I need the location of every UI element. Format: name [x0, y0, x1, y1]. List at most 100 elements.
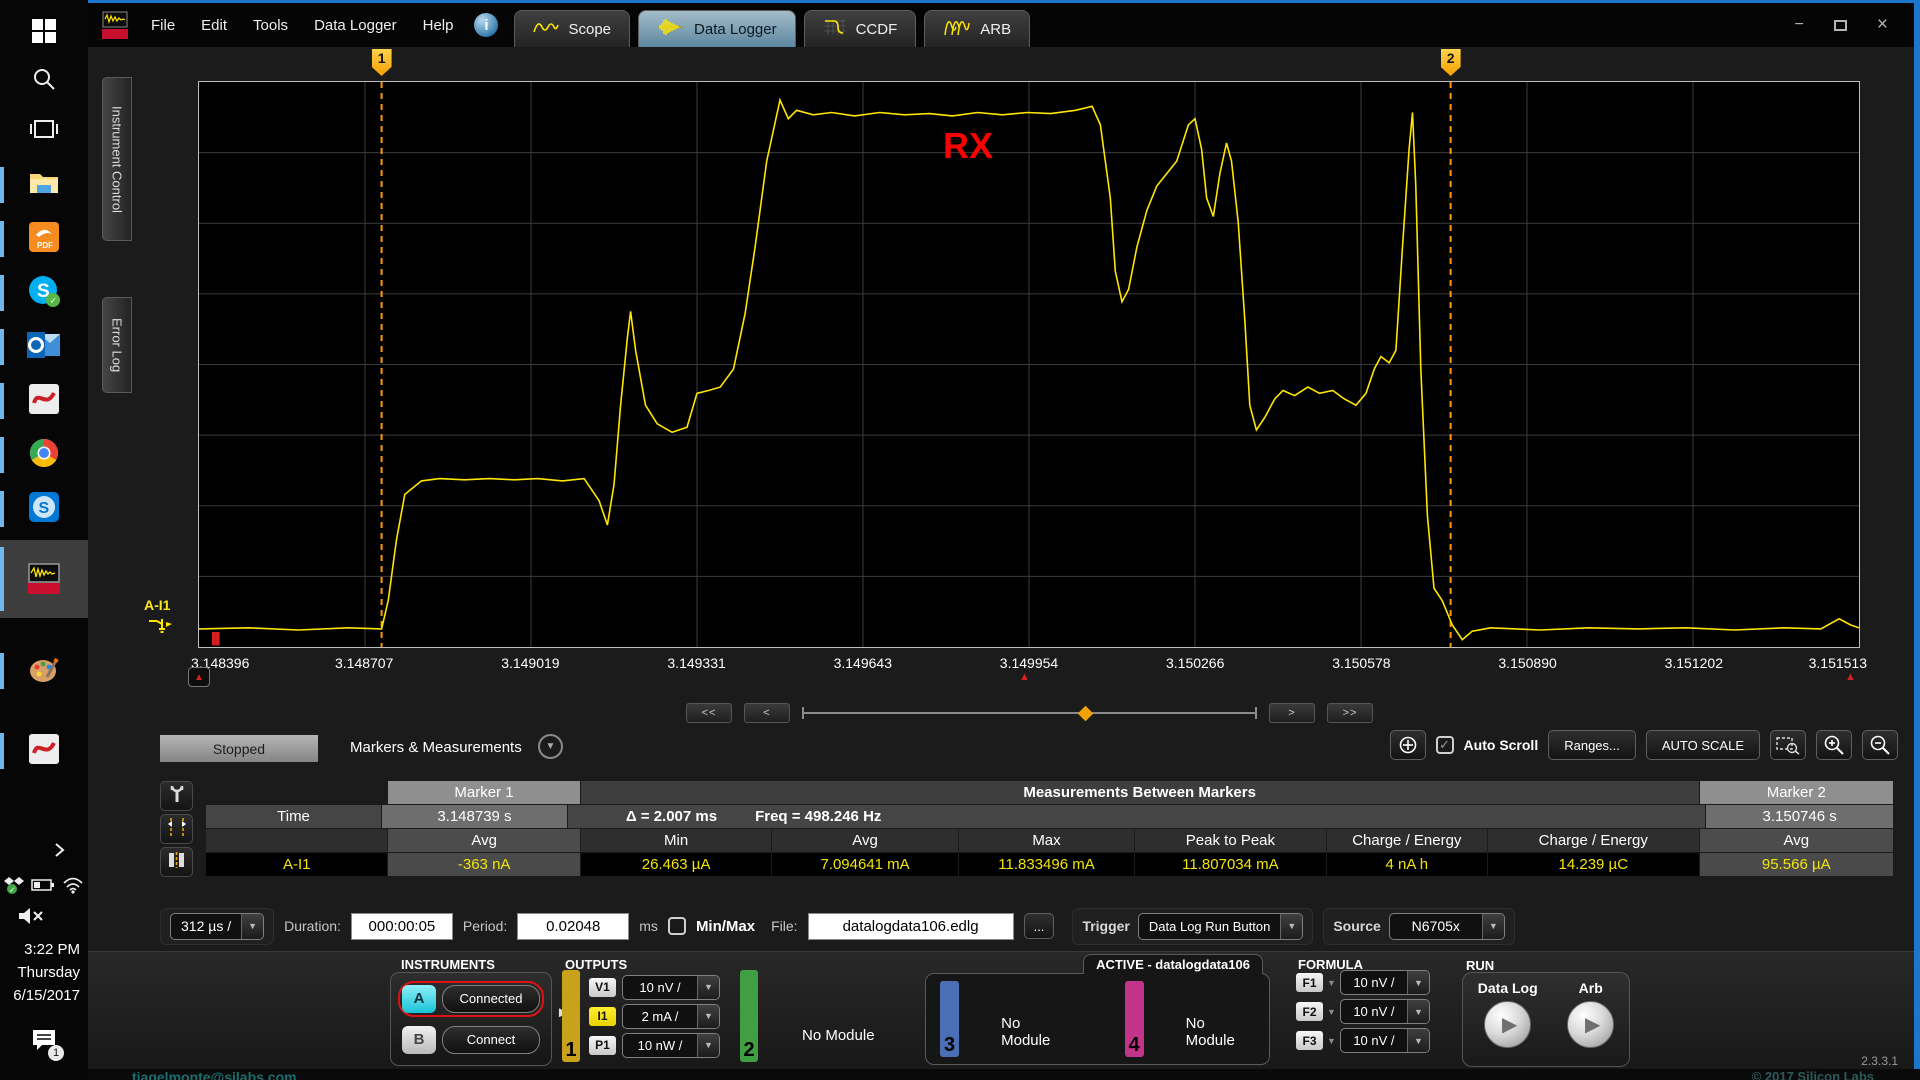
tray-icons[interactable]: ✓	[0, 872, 88, 902]
tab-arb[interactable]: ARB	[924, 10, 1030, 47]
auto-scroll-checkbox[interactable]	[1436, 736, 1454, 754]
v1-range-dropdown[interactable]: 10 nV /▼	[622, 975, 720, 1000]
chevron-down-icon[interactable]: ▼	[1407, 1000, 1429, 1023]
timebase-dropdown[interactable]: 312 µs / ▼	[170, 913, 264, 940]
zoom-in-button[interactable]	[1816, 730, 1852, 760]
maximize-button[interactable]	[1834, 20, 1847, 31]
tray-expand-button[interactable]	[0, 838, 88, 866]
tab-scope[interactable]: Scope	[514, 10, 630, 47]
menu-help[interactable]: Help	[410, 17, 467, 34]
plot-area[interactable]: RX 12	[198, 81, 1860, 648]
taskbar-item-skype-for-business[interactable]: S	[0, 484, 88, 534]
tab-data-logger[interactable]: Data Logger	[638, 10, 796, 47]
scroll-left-button[interactable]: <	[744, 703, 790, 723]
zoom-out-button[interactable]	[1862, 730, 1898, 760]
trigger-dropdown[interactable]: Data Log Run Button ▼	[1138, 913, 1303, 940]
taskbar-item-keysight-14585a[interactable]	[0, 540, 88, 618]
menu-data-logger[interactable]: Data Logger	[301, 17, 410, 34]
datalogger-icon	[657, 18, 685, 40]
chevron-down-icon[interactable]: ▼	[1407, 1029, 1429, 1052]
start-button[interactable]	[0, 8, 88, 58]
scroll-left-marker[interactable]: ▲	[188, 667, 210, 687]
scroll-handle[interactable]	[1078, 706, 1094, 722]
ranges-button[interactable]: Ranges...	[1548, 730, 1636, 760]
menu-edit[interactable]: Edit	[188, 17, 240, 34]
chevron-down-icon[interactable]: ▼	[1327, 978, 1336, 988]
battery-icon	[31, 878, 55, 897]
columns-config-button[interactable]	[160, 847, 193, 877]
trace-row-label[interactable]: A-I1	[206, 853, 387, 876]
scope-icon	[533, 18, 559, 40]
output-4-bar: 4	[1125, 981, 1144, 1057]
taskbar-item-simplicity-studio[interactable]	[0, 376, 88, 426]
chevron-down-icon[interactable]: ▼	[697, 976, 719, 999]
chevron-down-icon[interactable]: ▼	[1482, 914, 1504, 939]
minmax-checkbox[interactable]	[668, 917, 686, 935]
datalog-run-button[interactable]: ▶	[1484, 1001, 1531, 1048]
taskbar-item-foxit-pdf[interactable]: PDF	[0, 214, 88, 264]
instrument-a-status-button[interactable]: Connected	[442, 985, 540, 1013]
active-file-tab[interactable]: ACTIVE - datalogdata106	[1083, 954, 1263, 974]
taskbar-item-paint[interactable]	[0, 646, 88, 696]
marquee-zoom-button[interactable]	[1770, 730, 1806, 760]
error-log-tab[interactable]: Error Log	[102, 297, 132, 393]
minimize-button[interactable]: −	[1795, 16, 1804, 34]
chevron-down-icon[interactable]: ▼	[697, 1005, 719, 1028]
search-button[interactable]	[0, 56, 88, 106]
instrument-a-button[interactable]: A	[402, 985, 436, 1013]
instrument-b-button[interactable]: B	[402, 1026, 436, 1054]
clock[interactable]: 3:22 PM Thursday 6/15/2017	[0, 938, 88, 1007]
marker-config-button[interactable]	[160, 814, 193, 844]
taskbar-item-skype[interactable]: S✓	[0, 268, 88, 318]
browse-button[interactable]: ...	[1024, 913, 1055, 939]
chrome-icon	[28, 437, 60, 474]
volume-mute-button[interactable]	[0, 904, 88, 932]
trace-label[interactable]: A-I1	[144, 597, 170, 613]
f3-range-dropdown[interactable]: 10 nV /▼	[1340, 1028, 1430, 1053]
markers-collapse-button[interactable]: ▼	[538, 734, 563, 759]
chevron-down-icon[interactable]: ▼	[1327, 1007, 1336, 1017]
file-input[interactable]: datalogdata106.edlg	[808, 913, 1014, 940]
taskbar-item-outlook[interactable]	[0, 322, 88, 372]
marker-flag-1[interactable]: 1	[372, 49, 392, 76]
wrench-icon	[168, 784, 186, 809]
p1-range-dropdown[interactable]: 10 nW /▼	[622, 1033, 720, 1058]
period-input[interactable]: 0.02048	[517, 913, 629, 940]
source-dropdown[interactable]: N6705x ▼	[1389, 913, 1505, 940]
i1-range-dropdown[interactable]: 2 mA /▼	[622, 1004, 720, 1029]
marker1-stat-header: Avg	[388, 829, 579, 852]
scroll-fast-right-button[interactable]: >>	[1327, 703, 1373, 723]
auto-scale-button[interactable]: AUTO SCALE	[1646, 730, 1760, 760]
trace-handle-icon[interactable]: ▐▌	[208, 633, 224, 645]
scroll-fast-left-button[interactable]: <<	[686, 703, 732, 723]
instruments-box: A Connected B Connect	[390, 972, 552, 1066]
instrument-b-status-button[interactable]: Connect	[442, 1026, 540, 1054]
menu-tools[interactable]: Tools	[240, 17, 301, 34]
add-marker-button[interactable]	[1390, 730, 1426, 760]
chevron-down-icon[interactable]: ▼	[1407, 971, 1429, 994]
scroll-track[interactable]	[802, 703, 1257, 723]
tab-ccdf[interactable]: CCDF	[804, 10, 917, 47]
measurement-settings-button[interactable]	[160, 781, 193, 811]
taskbar-item-chrome[interactable]	[0, 430, 88, 480]
action-center-button[interactable]: 1	[0, 1020, 88, 1064]
chevron-down-icon[interactable]: ▼	[241, 914, 263, 939]
arb-run-button[interactable]: ▶	[1567, 1001, 1614, 1048]
scroll-right-button[interactable]: >	[1269, 703, 1315, 723]
instrument-control-tab[interactable]: Instrument Control	[102, 77, 132, 241]
f2-range-dropdown[interactable]: 10 nV /▼	[1340, 999, 1430, 1024]
marker-flag-2[interactable]: 2	[1441, 49, 1461, 76]
taskbar-item-file-explorer[interactable]	[0, 160, 88, 210]
chevron-down-icon[interactable]: ▼	[1280, 914, 1302, 939]
chevron-down-icon[interactable]: ▼	[697, 1034, 719, 1057]
taskbar-item-simplicity-studio-2[interactable]	[0, 726, 88, 776]
duration-input[interactable]: 000:00:05	[351, 913, 453, 940]
f1-range-dropdown[interactable]: 10 nV /▼	[1340, 970, 1430, 995]
menu-file[interactable]: File	[138, 17, 188, 34]
task-view-button[interactable]	[0, 106, 88, 156]
action-center-icon: 1	[31, 1028, 57, 1057]
info-icon[interactable]: i	[474, 13, 498, 37]
close-button[interactable]: ×	[1877, 14, 1888, 36]
instrument-b-row: B Connect	[398, 1022, 544, 1058]
chevron-down-icon[interactable]: ▼	[1327, 1036, 1336, 1046]
